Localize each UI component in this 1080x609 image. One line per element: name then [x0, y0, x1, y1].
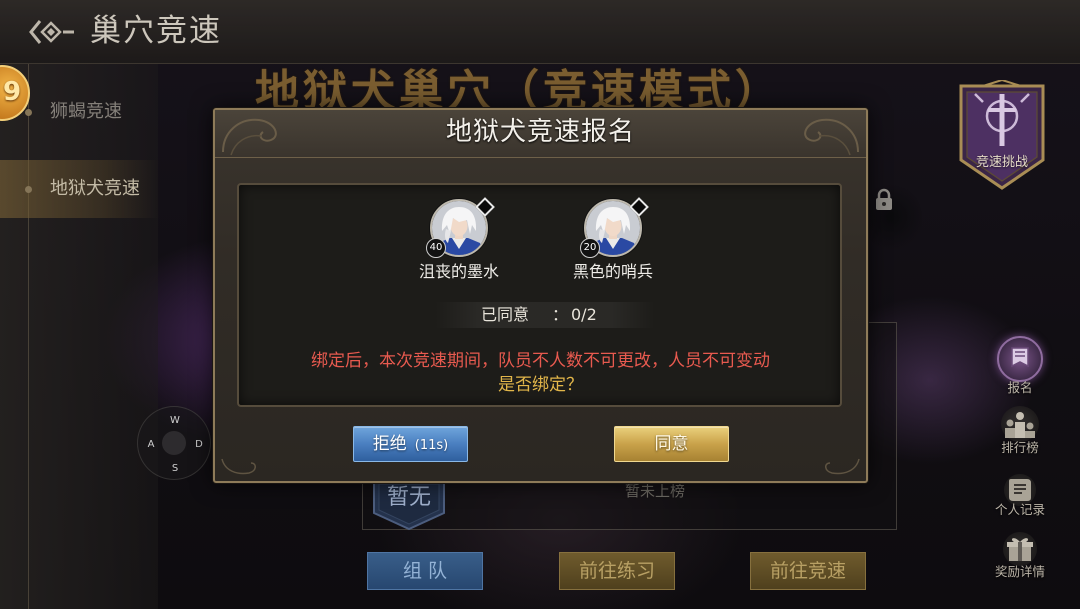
rail-dot: [25, 186, 32, 193]
emblem-label: 竞速挑战: [975, 155, 1028, 170]
rank-badge: 暂无: [372, 477, 446, 531]
mode-list-rail: [28, 64, 29, 609]
key-s: S: [171, 463, 179, 474]
team-member: 20 黑色的哨兵: [553, 196, 673, 296]
agreed-separator: ：: [552, 305, 569, 324]
speed-challenge-button[interactable]: 竞速挑战: [953, 78, 1051, 194]
reward-details-button[interactable]: 奖励详情: [984, 532, 1056, 582]
reward-details-label: 奖励详情: [994, 564, 1045, 579]
back-button[interactable]: [28, 16, 76, 48]
reject-countdown: (11s): [414, 438, 449, 453]
key-a: A: [147, 439, 155, 450]
form-team-button[interactable]: 组 队: [367, 552, 483, 590]
ornament-icon: [221, 458, 256, 475]
signup-icon: [997, 336, 1043, 382]
sidebar-item-lion-scorpion[interactable]: 狮蝎竞速: [0, 89, 160, 135]
level-badge: 20: [580, 238, 600, 258]
key-d: D: [195, 439, 203, 450]
diamond-icon: [629, 197, 649, 217]
sword-crest-icon: [959, 78, 1045, 190]
movement-joystick[interactable]: W A D S: [137, 406, 211, 480]
signup-label: 报名: [1007, 380, 1033, 395]
key-w: W: [170, 415, 180, 426]
team-member: 40 沮丧的墨水: [399, 196, 519, 296]
binding-question: 是否绑定？: [498, 375, 583, 395]
dialog-title: 地狱犬竞速报名: [445, 117, 635, 147]
back-arrow-icon: [29, 20, 74, 44]
agreed-status: 已同意 ： 0/2: [435, 302, 655, 328]
leaderboard-icon: [1001, 406, 1039, 442]
agreed-count: 0/2: [571, 305, 597, 324]
leaderboard-label: 排行榜: [1001, 440, 1039, 455]
reject-label: 拒绝: [372, 434, 407, 454]
personal-record-button[interactable]: 个人记录: [984, 474, 1056, 520]
signup-button[interactable]: 报名: [984, 336, 1056, 396]
page-title: 巢穴竞速: [90, 13, 222, 49]
joystick-hub[interactable]: [162, 431, 186, 455]
rank-badge-label: 暂无: [386, 485, 431, 510]
leaderboard-button[interactable]: 排行榜: [984, 406, 1056, 458]
sidebar-item-hellhound[interactable]: 地狱犬竞速: [0, 160, 160, 218]
diamond-icon: [475, 197, 495, 217]
reject-button[interactable]: 拒绝 (11s): [353, 426, 468, 462]
agree-button[interactable]: 同意: [614, 426, 729, 462]
gift-icon: [1003, 532, 1037, 566]
mode-list-panel: [0, 64, 158, 609]
ornament-icon: [825, 458, 860, 475]
sidebar-item-label: 地狱犬竞速: [50, 178, 140, 199]
lock-icon: [874, 188, 894, 212]
personal-record-label: 个人记录: [994, 502, 1045, 517]
go-race-button[interactable]: 前往竞速: [750, 552, 866, 590]
member-name: 黑色的哨兵: [572, 262, 653, 281]
game-screen: 巢穴竞速 9 狮蝎竞速 地狱犬竞速 地狱犬巢穴（竞速模式） 暂无 暂未上榜 竞速…: [0, 0, 1080, 609]
member-name: 沮丧的墨水: [418, 262, 499, 281]
binding-warning: 绑定后，本次竞速期间，队员不人数不可更改，人员不可变动: [311, 351, 770, 371]
agree-label: 同意: [654, 434, 689, 454]
agreed-label: 已同意: [481, 305, 530, 324]
rail-dot: [25, 109, 32, 116]
sidebar-item-label: 狮蝎竞速: [50, 101, 122, 122]
rank-status: 暂未上榜: [624, 482, 685, 500]
level-badge: 40: [426, 238, 446, 258]
go-practice-button[interactable]: 前往练习: [559, 552, 675, 590]
signup-dialog: 地狱犬竞速报名 40 沮丧的墨水 20 黑色的哨兵 已同意 ： 0/2 绑定后，…: [213, 108, 868, 483]
